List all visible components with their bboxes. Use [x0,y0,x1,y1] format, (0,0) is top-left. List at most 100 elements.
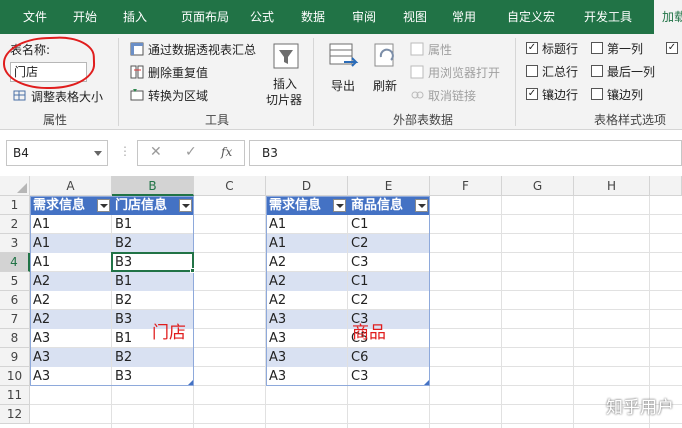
ribbon-tab-2[interactable]: 插入 [118,0,152,34]
remove-duplicates-icon [130,65,144,79]
ribbon-tab-1[interactable]: 开始 [68,0,102,34]
export-button[interactable]: 导出 [331,77,355,94]
worksheet-grid: A B C D E F G H 1 2 3 4 5 6 7 8 9 10 11 12 需求信息 门店信息 A1 B1 A1 B2 A… [0,176,682,428]
row-header-3[interactable]: 3 [0,234,30,253]
total-row-checkbox[interactable] [526,65,538,77]
remove-duplicates-button[interactable]: 删除重复值 [148,64,208,81]
ribbon-tab-9[interactable]: 自定义宏 [503,0,559,34]
last-column-checkbox[interactable] [591,65,603,77]
column-header-next[interactable] [650,176,682,196]
column-header-h[interactable]: H [574,176,650,196]
insert-function-icon[interactable]: fx [221,145,232,159]
gridline [30,404,682,405]
resize-table-icon [13,89,27,103]
external-group-label: 外部表数据 [392,113,453,127]
row-header-8[interactable]: 8 [0,329,30,348]
extra-option-checkbox[interactable]: ✓ [666,42,678,54]
column-header-a[interactable]: A [30,176,112,196]
pivot-table-icon [130,42,144,56]
insert-slicer-button-line2[interactable]: 切片器 [266,91,302,108]
table-resize-handle[interactable] [424,380,429,385]
banded-rows-label: 镶边行 [542,88,579,102]
slicer-icon [272,42,300,70]
refresh-button[interactable]: 刷新 [373,77,397,94]
properties-icon [410,42,424,56]
browser-icon [410,65,424,79]
header-row-checkbox[interactable]: ✓ [526,42,538,54]
row-header-6[interactable]: 6 [0,291,30,310]
last-column-label: 最后一列 [607,65,656,79]
banded-columns-checkbox[interactable] [591,88,603,100]
chevron-down-icon[interactable] [94,151,102,156]
first-column-checkbox[interactable] [591,42,603,54]
column-header-g[interactable]: G [502,176,574,196]
ribbon-tab-0[interactable]: 文件 [18,0,52,34]
refresh-icon [373,42,399,70]
properties-group-label: 属性 [42,113,67,127]
row-header-11[interactable]: 11 [0,386,30,405]
pivot-summary-button[interactable]: 通过数据透视表汇总 [148,41,256,58]
header-row-label: 标题行 [542,42,579,56]
group-divider [515,38,516,126]
table-border [266,196,430,386]
red-annotation-circle [2,35,96,91]
row-header-2[interactable]: 2 [0,215,30,234]
ribbon-tab-8[interactable]: 常用 [447,0,481,34]
active-cell[interactable] [111,252,194,272]
column-header-c[interactable]: C [194,176,266,196]
ribbon-tab-3[interactable]: 页面布局 [176,0,234,34]
gridline [573,196,574,428]
column-header-b[interactable]: B [112,176,194,196]
resize-table-button[interactable]: 调整表格大小 [31,88,103,105]
row-header-12[interactable]: 12 [0,405,30,424]
enter-icon[interactable]: ✓ [185,144,197,160]
banded-columns-label: 镶边列 [607,88,644,102]
ribbon-tab-11[interactable]: 加载 [654,0,682,34]
ribbon-panel: 表名称: 门店 调整表格大小 属性 通过数据透视表汇总 删除重复值 转换为区域 … [0,34,682,130]
watermark: 知乎用户 [606,398,674,418]
row-header-10[interactable]: 10 [0,367,30,386]
table-border [30,196,194,386]
row-header-1[interactable]: 1 [0,196,30,215]
open-in-browser-button[interactable]: 用浏览器打开 [428,64,500,81]
store-annotation: 门店 [152,323,186,343]
row-header-5[interactable]: 5 [0,272,30,291]
row-header-9[interactable]: 9 [0,348,30,367]
gridline [30,423,682,424]
tools-group-label: 工具 [204,113,229,127]
ribbon-tab-5[interactable]: 数据 [296,0,330,34]
select-all-corner[interactable] [0,176,30,196]
ribbon-tab-4[interactable]: 公式 [245,0,279,34]
convert-range-button[interactable]: 转换为区域 [148,87,208,104]
banded-rows-checkbox[interactable]: ✓ [526,88,538,100]
formula-buttons: ✕ ✓ fx [137,140,245,166]
ribbon-tab-bar: 文件 开始 插入 页面布局 公式 数据 审阅 视图 常用 自定义宏 开发工具 加载 [0,0,682,34]
more-dots-icon: ⋮ [119,144,131,158]
group-divider [313,38,314,126]
formula-bar: B4 ⋮ ✕ ✓ fx B3 [0,130,682,176]
total-row-label: 汇总行 [542,65,579,79]
formula-input[interactable]: B3 [249,140,682,166]
ribbon-tab-7[interactable]: 视图 [398,0,432,34]
gridline [501,196,502,428]
external-properties-button[interactable]: 属性 [428,41,452,58]
group-divider [118,38,119,126]
row-header-7[interactable]: 7 [0,310,30,329]
convert-range-icon [130,88,144,102]
column-header-d[interactable]: D [266,176,348,196]
column-header-e[interactable]: E [348,176,430,196]
name-box[interactable]: B4 [6,140,108,166]
insert-slicer-button[interactable]: 插入 [273,75,297,92]
table-resize-handle[interactable] [188,380,193,385]
ribbon-tab-6[interactable]: 审阅 [347,0,381,34]
column-header-f[interactable]: F [430,176,502,196]
cancel-icon[interactable]: ✕ [150,144,162,160]
ribbon-tab-10[interactable]: 开发工具 [577,0,639,34]
name-box-value: B4 [13,146,29,160]
unlink-button[interactable]: 取消链接 [428,87,476,104]
fill-handle[interactable] [190,268,195,273]
product-annotation: 商品 [352,323,386,343]
export-icon [329,42,359,72]
unlink-icon [410,88,424,102]
row-header-4[interactable]: 4 [0,253,30,272]
